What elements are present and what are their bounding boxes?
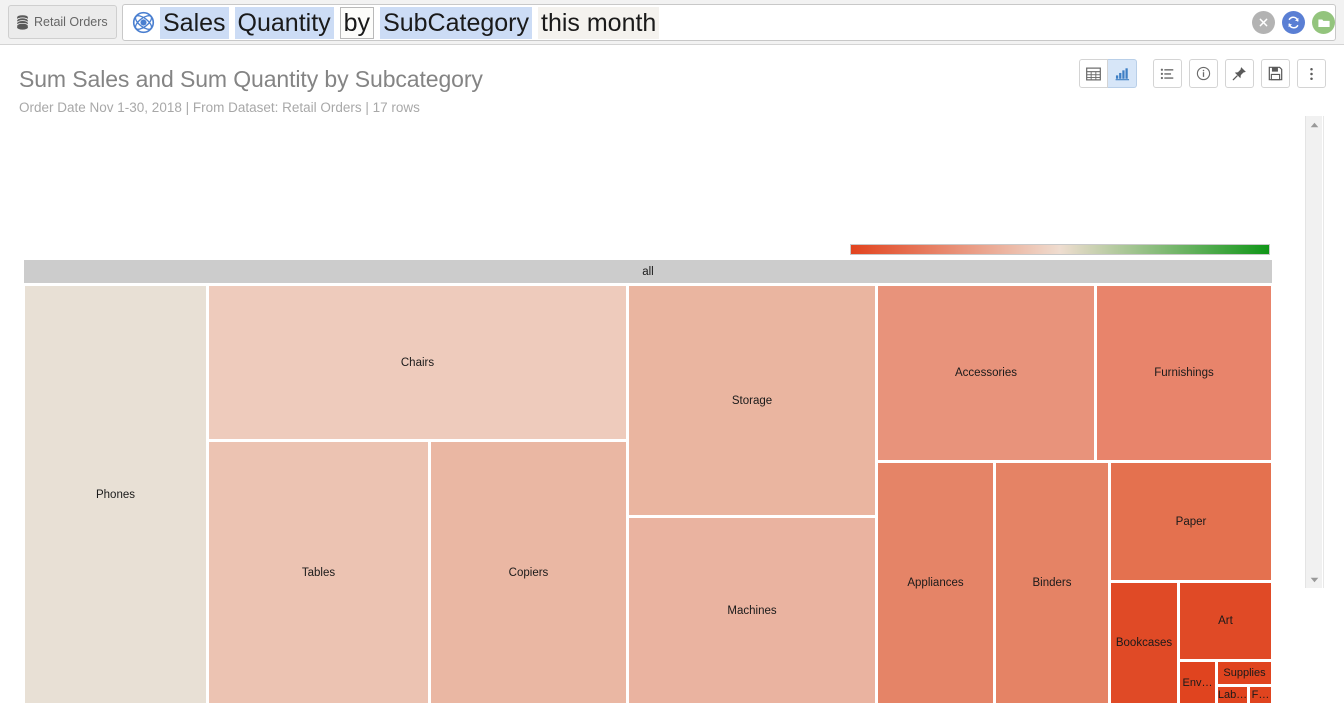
treemap-cell-label: Lab… bbox=[1217, 689, 1248, 701]
view-toggle-group bbox=[1079, 59, 1137, 88]
info-icon bbox=[1196, 66, 1211, 81]
clear-search-button[interactable] bbox=[1252, 11, 1275, 34]
chart-config-button[interactable] bbox=[1153, 59, 1182, 88]
treemap-cell-label: Binders bbox=[1032, 577, 1072, 589]
save-button[interactable] bbox=[1261, 59, 1290, 88]
treemap-cells: Phones Chairs Tables Copiers Storage Machines… bbox=[24, 285, 1272, 704]
folder-icon bbox=[1317, 19, 1330, 27]
list-settings-icon bbox=[1160, 68, 1174, 79]
search-query-tokens[interactable]: Sales Quantity by SubCategory this month bbox=[160, 6, 1335, 39]
scroll-up-button[interactable] bbox=[1306, 116, 1323, 133]
treemap-cell-accessories[interactable]: Accessories bbox=[877, 285, 1095, 461]
treemap-cell-label: Copiers bbox=[508, 566, 549, 579]
treemap-cell-label: Env… bbox=[1182, 676, 1213, 689]
treemap-cell-chairs[interactable]: Chairs bbox=[208, 285, 627, 440]
search-actions bbox=[1252, 0, 1335, 45]
chart-view-button[interactable] bbox=[1108, 59, 1137, 88]
dataset-chip[interactable]: Retail Orders bbox=[8, 5, 117, 39]
treemap-cell-paper[interactable]: Paper bbox=[1110, 462, 1272, 581]
more-options-button[interactable] bbox=[1297, 59, 1326, 88]
treemap-cell-bookcases[interactable]: Bookcases bbox=[1110, 582, 1178, 704]
page-subtitle: Order Date Nov 1-30, 2018 | From Dataset… bbox=[19, 100, 420, 115]
table-icon bbox=[1086, 67, 1101, 80]
treemap-container: all Phones Chairs Tables Copiers Storage Mach… bbox=[24, 260, 1272, 704]
treemap-cell-labels[interactable]: Lab… bbox=[1217, 686, 1248, 704]
refresh-button[interactable] bbox=[1282, 11, 1305, 34]
treemap-cell-label: F… bbox=[1251, 689, 1270, 701]
treemap-cell-phones[interactable]: Phones bbox=[24, 285, 207, 704]
treemap-root-label: all bbox=[642, 265, 654, 278]
treemap-cell-copiers[interactable]: Copiers bbox=[430, 441, 627, 704]
refresh-icon bbox=[1288, 16, 1299, 29]
pin-button[interactable] bbox=[1225, 59, 1254, 88]
treemap-cell-label: Furnishings bbox=[1154, 367, 1214, 379]
treemap-cell-label: Phones bbox=[95, 488, 135, 501]
treemap-cell-appliances[interactable]: Appliances bbox=[877, 462, 994, 704]
kebab-menu-icon bbox=[1310, 67, 1313, 80]
answer-toolbar bbox=[1079, 59, 1326, 88]
save-icon bbox=[1268, 66, 1283, 81]
treemap-cell-label: Paper bbox=[1175, 515, 1207, 528]
treemap-cell-envelopes[interactable]: Env… bbox=[1179, 661, 1216, 704]
database-icon bbox=[16, 14, 29, 30]
treemap-cell-label: Art bbox=[1218, 615, 1233, 627]
treemap-cell-tables[interactable]: Tables bbox=[208, 441, 429, 704]
search-token-subcategory[interactable]: SubCategory bbox=[380, 6, 532, 39]
thoughtspot-orb-icon bbox=[132, 11, 155, 34]
vertical-scrollbar[interactable] bbox=[1305, 116, 1322, 588]
search-token-this-month[interactable]: this month bbox=[538, 6, 660, 39]
scroll-down-button[interactable] bbox=[1306, 571, 1323, 588]
treemap-cell-label: Tables bbox=[301, 566, 336, 579]
search-token-sales[interactable]: Sales bbox=[160, 6, 229, 39]
answer-header: Sum Sales and Sum Quantity by Subcategor… bbox=[0, 46, 1344, 116]
treemap-cell-storage[interactable]: Storage bbox=[628, 285, 876, 516]
top-search-bar: Retail Orders Sales Quantity by SubCategory… bbox=[0, 0, 1344, 45]
treemap-cell-label: Machines bbox=[727, 604, 777, 617]
search-input[interactable]: Sales Quantity by SubCategory this month bbox=[122, 4, 1336, 41]
treemap-cell-art[interactable]: Art bbox=[1179, 582, 1272, 660]
dataset-chip-label: Retail Orders bbox=[34, 15, 108, 29]
search-token-quantity[interactable]: Quantity bbox=[234, 6, 334, 39]
treemap-cell-fasteners[interactable]: F… bbox=[1249, 686, 1272, 704]
treemap-cell-supplies[interactable]: Supplies bbox=[1217, 661, 1272, 685]
info-button[interactable] bbox=[1189, 59, 1218, 88]
action-button-group bbox=[1153, 59, 1326, 88]
treemap-cell-label: Accessories bbox=[955, 367, 1017, 379]
open-folder-button[interactable] bbox=[1312, 11, 1335, 34]
treemap-chart: all Phones Chairs Tables Copiers Storage Mach… bbox=[0, 116, 1302, 704]
triangle-up-icon bbox=[1310, 122, 1319, 127]
triangle-down-icon bbox=[1310, 577, 1319, 582]
treemap-cell-label: Supplies bbox=[1223, 667, 1266, 679]
treemap-root-header[interactable]: all bbox=[24, 260, 1272, 283]
page-title: Sum Sales and Sum Quantity by Subcategor… bbox=[19, 66, 483, 92]
color-legend-gradient[interactable] bbox=[850, 244, 1270, 255]
pin-icon bbox=[1232, 67, 1246, 81]
treemap-cell-label: Appliances bbox=[907, 577, 964, 589]
chart-right-gutter bbox=[1323, 116, 1344, 588]
close-icon bbox=[1259, 18, 1268, 27]
treemap-cell-machines[interactable]: Machines bbox=[628, 517, 876, 704]
scrollbar-thumb[interactable] bbox=[1307, 133, 1322, 563]
treemap-cell-label: Storage bbox=[731, 394, 773, 407]
treemap-cell-furnishings[interactable]: Furnishings bbox=[1096, 285, 1272, 461]
color-legend-fill bbox=[851, 245, 1269, 254]
treemap-cell-label: Bookcases bbox=[1115, 637, 1173, 649]
search-token-by[interactable]: by bbox=[339, 6, 375, 39]
table-view-button[interactable] bbox=[1079, 59, 1108, 88]
treemap-cell-binders[interactable]: Binders bbox=[995, 462, 1109, 704]
bar-chart-icon bbox=[1115, 67, 1129, 80]
treemap-cell-label: Chairs bbox=[400, 356, 435, 369]
